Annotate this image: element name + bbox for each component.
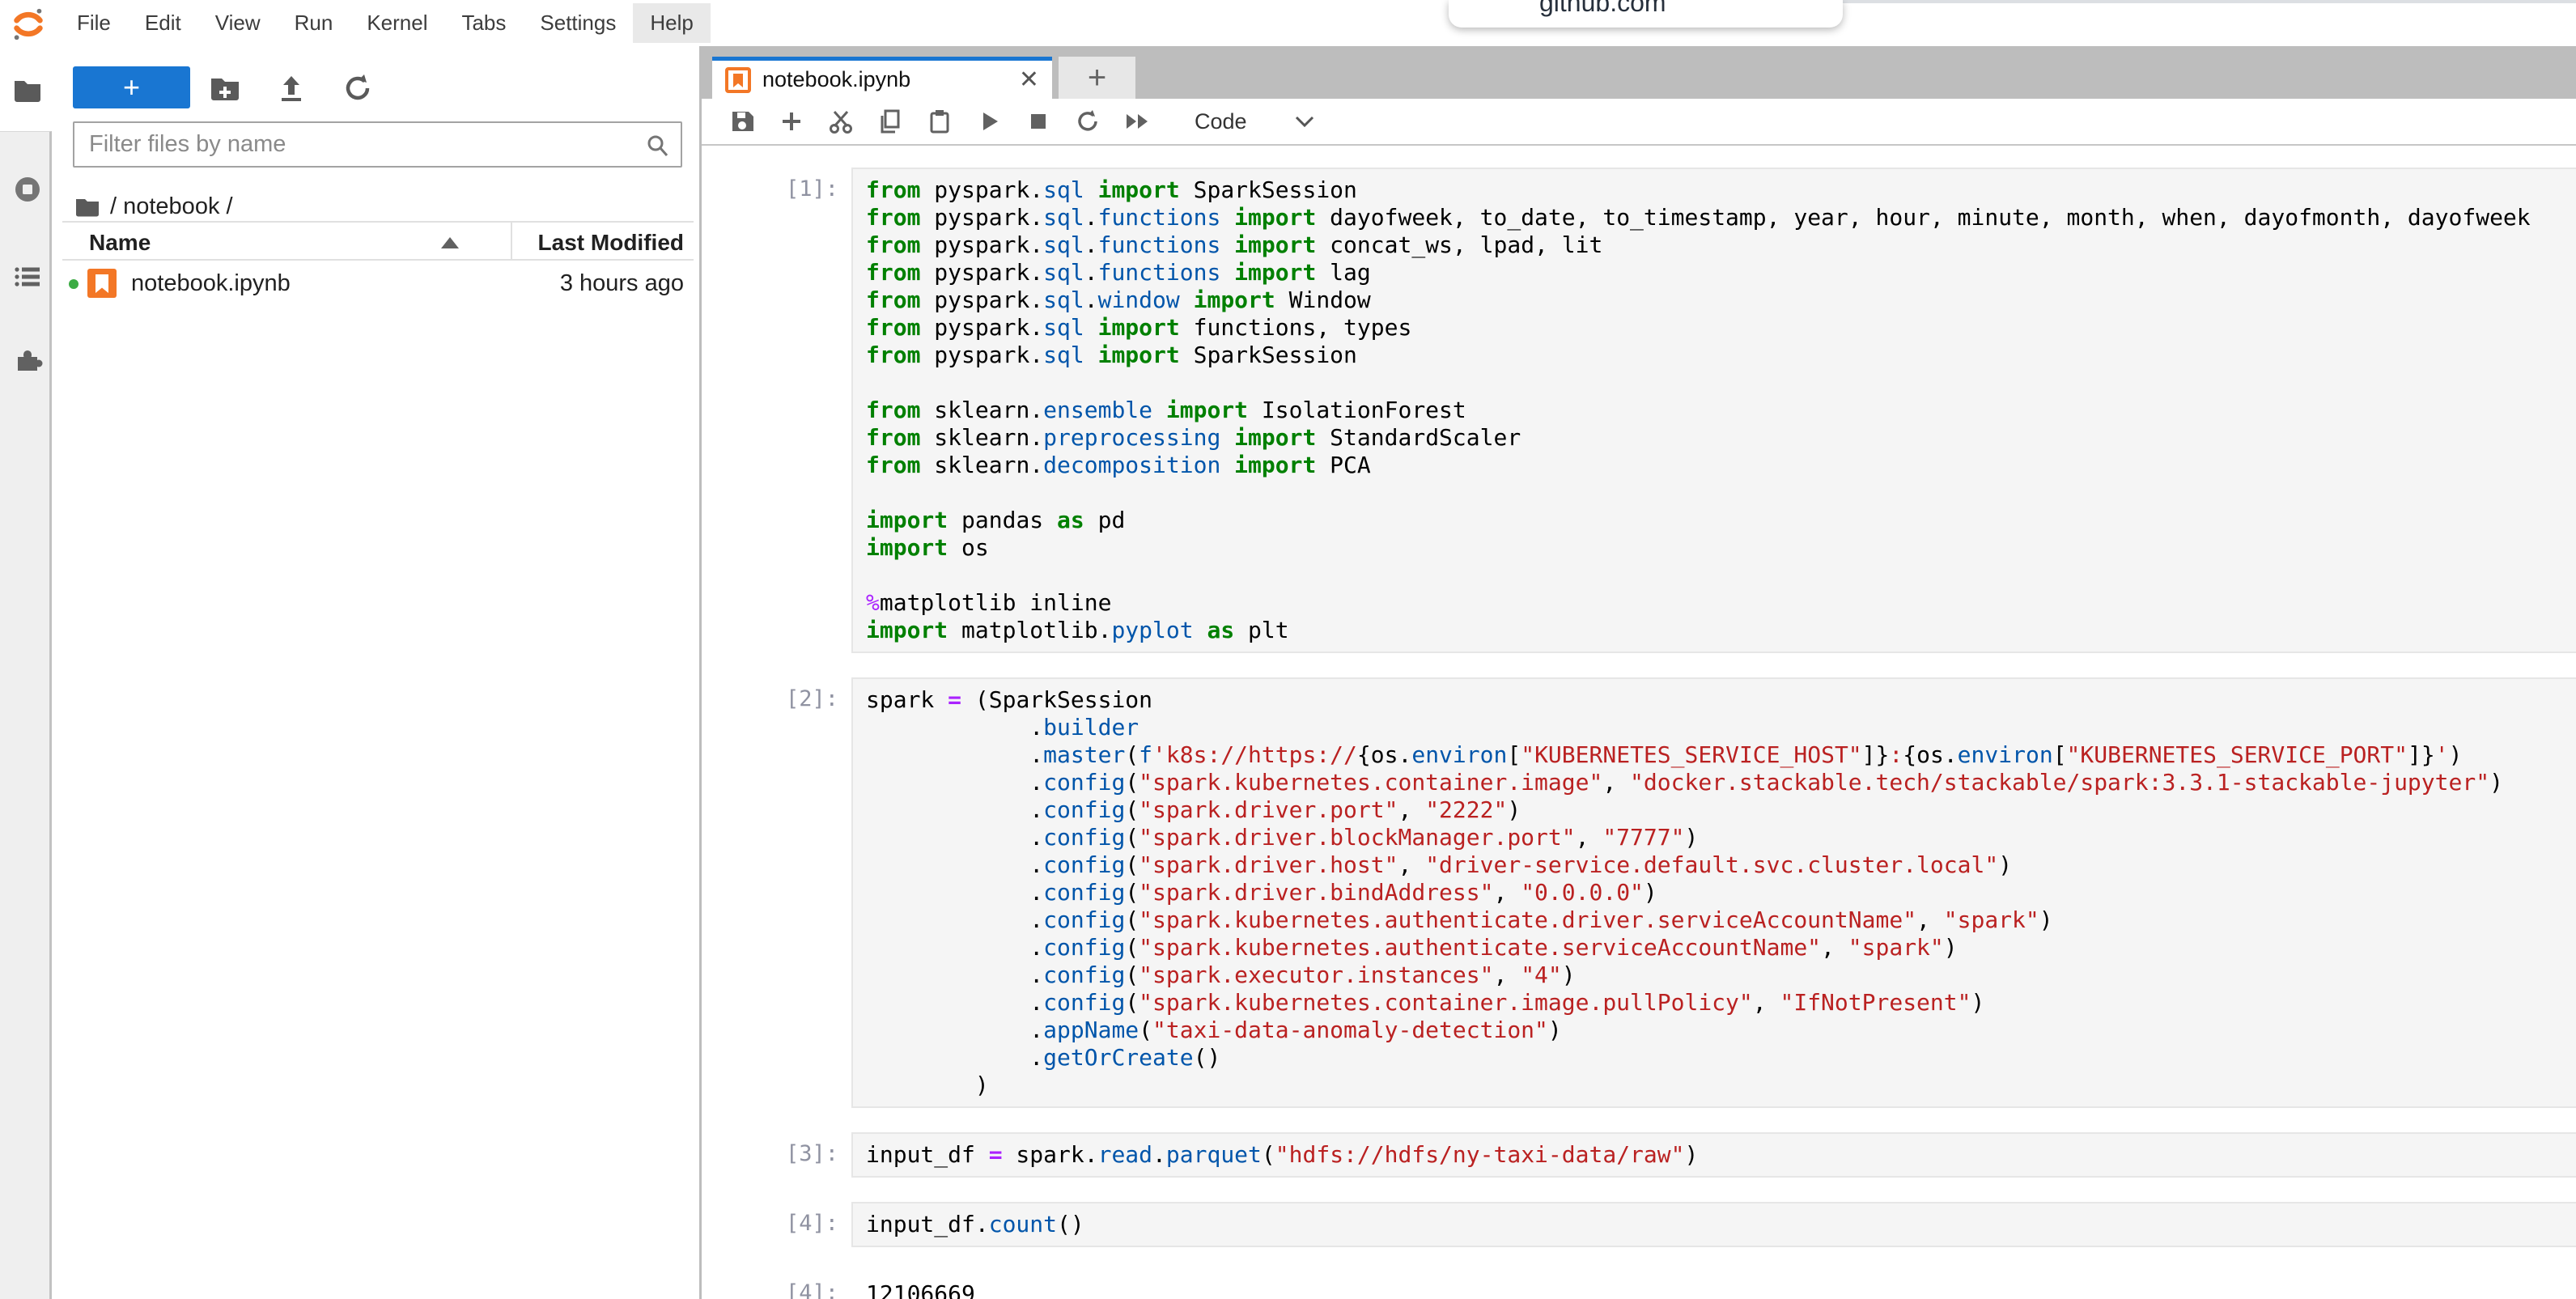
stop-kernel-icon[interactable] — [1025, 108, 1051, 134]
left-activity-bar — [0, 46, 54, 1299]
tab-title: notebook.ipynb — [762, 67, 910, 92]
column-header-modified[interactable]: Last Modified — [538, 230, 684, 256]
menu-item-file[interactable]: File — [60, 3, 128, 43]
sort-ascending-icon — [441, 237, 459, 248]
jupyterlab-window: File Edit View Run Kernel Tabs Settings … — [0, 0, 2576, 1299]
plus-icon: + — [1088, 60, 1106, 96]
file-name: notebook.ipynb — [131, 270, 291, 297]
notebook-tab-icon — [725, 67, 751, 93]
extensions-icon[interactable] — [12, 346, 43, 376]
restart-run-all-icon[interactable] — [1124, 108, 1150, 134]
cell-output-area: 12106669 — [851, 1271, 2576, 1299]
table-of-contents-icon[interactable] — [12, 261, 43, 292]
new-launcher-button[interactable]: + — [73, 66, 190, 108]
execution-count: [3]: — [702, 1132, 851, 1178]
upload-icon[interactable] — [274, 71, 308, 105]
new-tab-button[interactable]: + — [1059, 57, 1135, 99]
new-folder-icon[interactable] — [208, 71, 242, 105]
running-kernels-icon[interactable] — [12, 174, 43, 205]
notebook-cells: [1]:from pyspark.sql import SparkSession… — [702, 146, 2576, 1299]
file-row-notebook[interactable]: notebook.ipynb 3 hours ago — [62, 262, 694, 306]
add-cell-icon[interactable] — [779, 108, 804, 134]
popup-site-label: github.com — [1539, 0, 1843, 18]
main-dock-panel: notebook.ipynb ✕ + — [702, 46, 2576, 1299]
execution-count: [4]: — [702, 1271, 851, 1299]
jupyter-logo-icon — [10, 6, 47, 43]
menu-item-settings[interactable]: Settings — [523, 3, 633, 43]
breadcrumb[interactable]: / notebook / — [74, 193, 233, 220]
menu-item-help[interactable]: Help — [633, 3, 710, 43]
cell-type-dropdown[interactable]: Code — [1195, 109, 1247, 134]
breadcrumb-path: / notebook / — [110, 193, 233, 220]
output-cell: [4]:12106669 — [702, 1271, 2576, 1299]
column-header-name[interactable]: Name — [89, 230, 151, 256]
cell-editor[interactable]: spark = (SparkSession .builder .master(f… — [851, 677, 2576, 1108]
close-tab-icon[interactable]: ✕ — [1019, 66, 1039, 94]
menu-item-run[interactable]: Run — [278, 3, 350, 43]
kernel-running-dot — [69, 279, 79, 289]
cell-editor[interactable]: from pyspark.sql import SparkSessionfrom… — [851, 168, 2576, 653]
file-browser-icon[interactable] — [12, 75, 43, 106]
save-icon[interactable] — [729, 108, 755, 134]
cut-cells-icon[interactable] — [828, 108, 854, 134]
activity-bar-background — [0, 131, 52, 1299]
execution-count: [1]: — [702, 168, 851, 653]
menu-item-tabs[interactable]: Tabs — [444, 3, 523, 43]
paste-cells-icon[interactable] — [927, 108, 953, 134]
tab-bar: notebook.ipynb ✕ + — [702, 46, 2576, 99]
column-divider — [511, 223, 512, 259]
file-filter-box — [73, 121, 682, 168]
root-folder-icon[interactable] — [74, 194, 100, 220]
menu-item-kernel[interactable]: Kernel — [350, 3, 444, 43]
copy-cells-icon[interactable] — [877, 108, 903, 134]
file-list-header: Name Last Modified — [62, 221, 694, 261]
plus-icon: + — [123, 70, 140, 104]
cell-editor[interactable]: input_df.count() — [851, 1202, 2576, 1247]
code-cell: [4]:input_df.count() — [702, 1202, 2576, 1247]
restart-kernel-icon[interactable] — [1075, 108, 1101, 134]
notebook-toolbar: Code — [702, 99, 2576, 146]
menu-item-view[interactable]: View — [198, 3, 278, 43]
execution-count: [4]: — [702, 1202, 851, 1247]
run-cell-icon[interactable] — [976, 108, 1002, 134]
code-cell: [2]:spark = (SparkSession .builder .mast… — [702, 677, 2576, 1108]
refresh-icon[interactable] — [341, 71, 375, 105]
execution-count: [2]: — [702, 677, 851, 1108]
search-icon — [645, 134, 669, 158]
file-modified: 3 hours ago — [560, 270, 684, 297]
menu-bar: File Edit View Run Kernel Tabs Settings … — [0, 0, 2576, 46]
code-cell: [3]:input_df = spark.read.parquet("hdfs:… — [702, 1132, 2576, 1178]
file-filter-input[interactable] — [87, 126, 638, 163]
notebook-file-icon — [85, 266, 119, 300]
tab-notebook[interactable]: notebook.ipynb ✕ — [712, 57, 1052, 99]
cell-editor[interactable]: input_df = spark.read.parquet("hdfs://hd… — [851, 1132, 2576, 1178]
chevron-down-icon[interactable] — [1294, 115, 1315, 128]
menu-item-edit[interactable]: Edit — [128, 3, 198, 43]
top-border — [1843, 0, 2576, 3]
code-cell: [1]:from pyspark.sql import SparkSession… — [702, 168, 2576, 653]
file-browser-panel: + — [54, 46, 702, 1299]
browser-popup: github.com — [1449, 0, 1843, 28]
